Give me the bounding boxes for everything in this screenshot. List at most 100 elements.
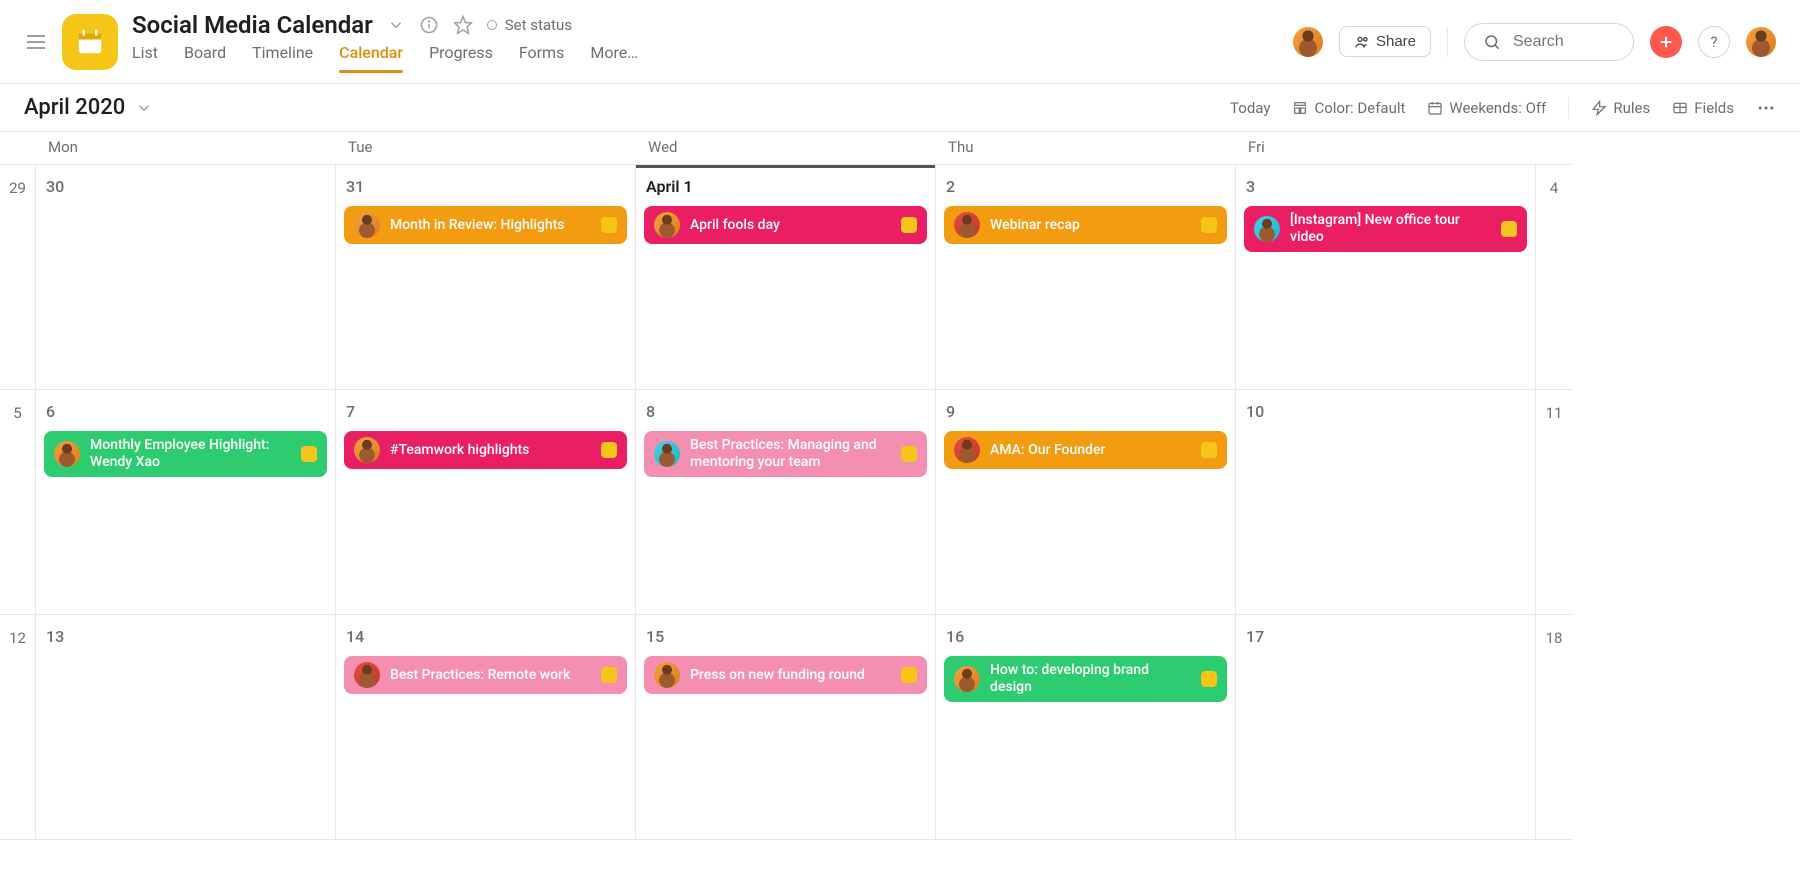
task-card[interactable]: #Teamwork highlights bbox=[344, 431, 627, 469]
task-badge-icon bbox=[601, 442, 617, 458]
search-icon bbox=[1483, 33, 1501, 51]
help-button[interactable]: ? bbox=[1698, 26, 1730, 58]
day-number: 17 bbox=[1246, 627, 1527, 646]
task-badge-icon bbox=[1201, 442, 1217, 458]
assignee-avatar bbox=[654, 662, 680, 688]
calendar-toolbar-right: Today Color: Default Weekends: Off Rules… bbox=[1230, 97, 1776, 119]
tab-board[interactable]: Board bbox=[184, 43, 226, 72]
chevron-down-icon bbox=[135, 99, 153, 117]
day-cell[interactable]: 14 Best Practices: Remote work bbox=[336, 615, 636, 840]
fields-icon bbox=[1672, 100, 1688, 116]
task-badge-icon bbox=[301, 446, 317, 462]
divider bbox=[1447, 27, 1448, 57]
project-title[interactable]: Social Media Calendar bbox=[132, 11, 373, 39]
tab-progress[interactable]: Progress bbox=[429, 43, 493, 72]
share-label: Share bbox=[1376, 33, 1416, 50]
day-cell[interactable]: 15 Press on new funding round bbox=[636, 615, 936, 840]
day-number: 30 bbox=[46, 177, 327, 196]
day-cell[interactable]: 6 Monthly Employee Highlight: Wendy Xao bbox=[36, 390, 336, 615]
task-badge-icon bbox=[601, 217, 617, 233]
sunday-gutter[interactable]: 5 bbox=[0, 390, 36, 615]
day-cell[interactable]: 7 #Teamwork highlights bbox=[336, 390, 636, 615]
day-number: 8 bbox=[646, 402, 927, 421]
saturday-gutter[interactable]: 11 bbox=[1536, 390, 1572, 615]
task-card[interactable]: Webinar recap bbox=[944, 206, 1227, 244]
day-cell[interactable]: 2 Webinar recap bbox=[936, 165, 1236, 390]
search-input[interactable] bbox=[1511, 32, 1615, 52]
day-number: 6 bbox=[46, 402, 327, 421]
calendar-grid: Mon Tue Wed Thu Fri 29 30 31 Month in Re… bbox=[0, 132, 1800, 840]
task-card[interactable]: [Instagram] New office tour video bbox=[1244, 206, 1527, 252]
weekends-toggle[interactable]: Weekends: Off bbox=[1427, 99, 1546, 117]
day-number: 7 bbox=[346, 402, 627, 421]
task-title: Best Practices: Managing and mentoring y… bbox=[690, 437, 891, 471]
task-title: Webinar recap bbox=[990, 217, 1191, 234]
day-cell[interactable]: 9 AMA: Our Founder bbox=[936, 390, 1236, 615]
saturday-gutter[interactable]: 4 bbox=[1536, 165, 1572, 390]
divider bbox=[1568, 97, 1569, 119]
day-cell[interactable]: 3 [Instagram] New office tour video bbox=[1236, 165, 1536, 390]
quick-add-button[interactable] bbox=[1650, 26, 1682, 58]
day-number: 10 bbox=[1246, 402, 1527, 421]
task-card[interactable]: Press on new funding round bbox=[644, 656, 927, 694]
task-card[interactable]: April fools day bbox=[644, 206, 927, 244]
tab-timeline[interactable]: Timeline bbox=[252, 43, 313, 72]
day-cell[interactable]: April 1 April fools day bbox=[636, 165, 936, 390]
task-card[interactable]: Best Practices: Managing and mentoring y… bbox=[644, 431, 927, 477]
day-cell[interactable]: 10 bbox=[1236, 390, 1536, 615]
tab-more[interactable]: More… bbox=[590, 43, 638, 72]
day-number: April 1 bbox=[646, 177, 927, 196]
day-number: 15 bbox=[646, 627, 927, 646]
dow-thu: Thu bbox=[936, 132, 1236, 165]
share-button[interactable]: Share bbox=[1339, 26, 1431, 57]
search-box[interactable] bbox=[1464, 23, 1634, 61]
project-color-icon[interactable] bbox=[62, 14, 118, 70]
star-icon[interactable] bbox=[453, 15, 473, 35]
task-badge-icon bbox=[1501, 221, 1517, 237]
task-card[interactable]: AMA: Our Founder bbox=[944, 431, 1227, 469]
weekends-label: Weekends: Off bbox=[1449, 99, 1546, 117]
day-number: 13 bbox=[46, 627, 327, 646]
more-options-button[interactable] bbox=[1756, 98, 1776, 118]
saturday-gutter[interactable]: 18 bbox=[1536, 615, 1572, 840]
day-cell[interactable]: 16 How to: developing brand design bbox=[936, 615, 1236, 840]
user-avatar[interactable] bbox=[1746, 27, 1776, 57]
project-header: Social Media Calendar Set status List Bo… bbox=[132, 11, 1279, 72]
day-cell[interactable]: 13 bbox=[36, 615, 336, 840]
set-status-button[interactable]: Set status bbox=[487, 16, 572, 34]
rules-button[interactable]: Rules bbox=[1591, 99, 1650, 117]
sunday-gutter[interactable]: 29 bbox=[0, 165, 36, 390]
task-card[interactable]: Monthly Employee Highlight: Wendy Xao bbox=[44, 431, 327, 477]
sunday-gutter[interactable]: 12 bbox=[0, 615, 36, 840]
view-tabs: List Board Timeline Calendar Progress Fo… bbox=[132, 43, 1279, 72]
rules-label: Rules bbox=[1613, 99, 1650, 117]
task-card[interactable]: Best Practices: Remote work bbox=[344, 656, 627, 694]
day-cell[interactable]: 17 bbox=[1236, 615, 1536, 840]
task-badge-icon bbox=[1201, 217, 1217, 233]
dow-fri: Fri bbox=[1236, 132, 1536, 165]
task-title: AMA: Our Founder bbox=[990, 442, 1191, 459]
info-icon[interactable] bbox=[419, 15, 439, 35]
project-member-avatar[interactable] bbox=[1293, 27, 1323, 57]
tab-list[interactable]: List bbox=[132, 43, 158, 72]
task-badge-icon bbox=[901, 217, 917, 233]
day-cell[interactable]: 30 bbox=[36, 165, 336, 390]
day-cell[interactable]: 31 Month in Review: Highlights bbox=[336, 165, 636, 390]
tab-calendar[interactable]: Calendar bbox=[339, 43, 403, 72]
task-card[interactable]: Month in Review: Highlights bbox=[344, 206, 627, 244]
more-horizontal-icon bbox=[1756, 98, 1776, 118]
project-dropdown-caret-icon[interactable] bbox=[387, 16, 405, 34]
day-number: 31 bbox=[346, 177, 627, 196]
assignee-avatar bbox=[954, 666, 980, 692]
day-cell[interactable]: 8 Best Practices: Managing and mentoring… bbox=[636, 390, 936, 615]
task-title: Month in Review: Highlights bbox=[390, 217, 591, 234]
hamburger-menu-icon[interactable] bbox=[24, 30, 48, 54]
tab-forms[interactable]: Forms bbox=[519, 43, 565, 72]
assignee-avatar bbox=[354, 437, 380, 463]
month-picker[interactable]: April 2020 bbox=[24, 95, 153, 120]
topbar-right: Share ? bbox=[1293, 23, 1776, 61]
task-card[interactable]: How to: developing brand design bbox=[944, 656, 1227, 702]
fields-button[interactable]: Fields bbox=[1672, 99, 1734, 117]
color-picker[interactable]: Color: Default bbox=[1292, 99, 1405, 117]
today-button[interactable]: Today bbox=[1230, 99, 1270, 117]
